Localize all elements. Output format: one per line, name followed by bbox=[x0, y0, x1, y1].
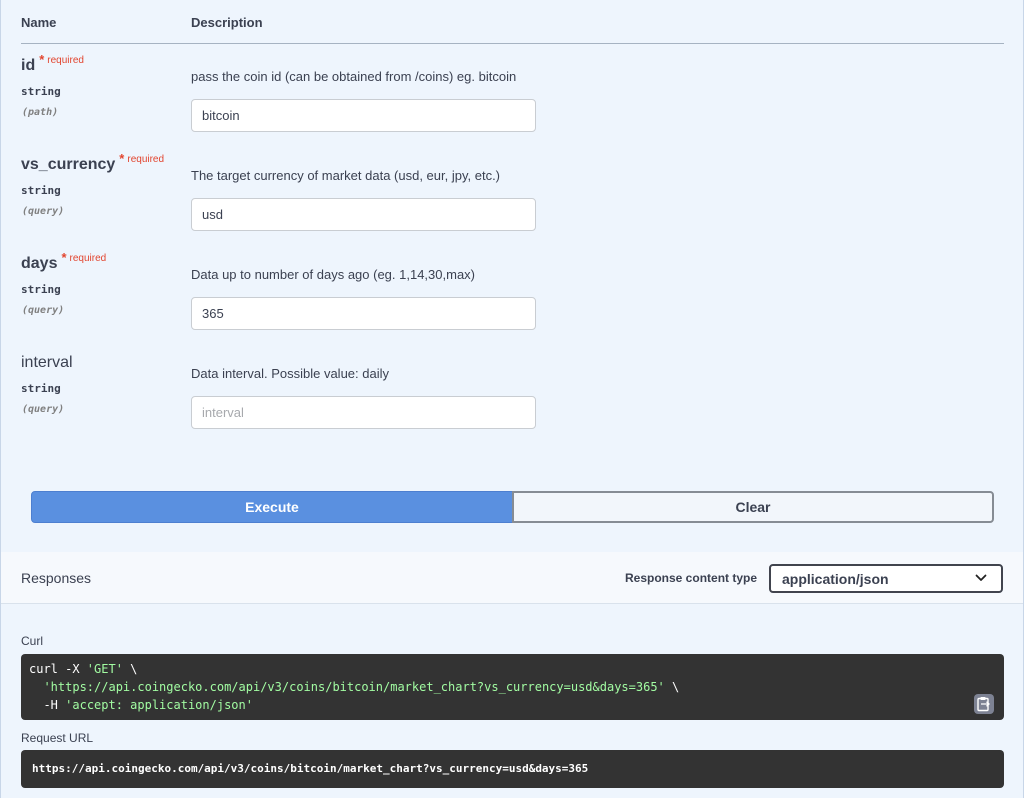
request-url-label: Request URL bbox=[21, 731, 94, 745]
curl-header-value: 'accept: application/json' bbox=[65, 698, 253, 712]
parameter-description: Data interval. Possible value: daily bbox=[191, 366, 389, 381]
parameter-type: string bbox=[21, 382, 61, 395]
responses-title: Responses bbox=[21, 570, 92, 586]
parameter-name-text: id bbox=[21, 57, 36, 74]
parameter-location: (path) bbox=[22, 107, 59, 118]
required-label: required bbox=[47, 55, 84, 66]
request-url-block[interactable]: https://api.coingecko.com/api/v3/coins/b… bbox=[21, 750, 1004, 788]
required-star: * bbox=[39, 52, 45, 67]
parameter-name-text: vs_currency bbox=[21, 156, 116, 173]
parameter-name: id * required bbox=[21, 52, 84, 75]
response-content-type-select[interactable]: application/json bbox=[769, 564, 1003, 593]
required-star: * bbox=[119, 151, 125, 166]
parameter-type: string bbox=[21, 184, 61, 197]
response-content-type-value: application/json bbox=[782, 571, 889, 587]
parameter-name: interval bbox=[21, 354, 73, 372]
parameter-location: (query) bbox=[22, 206, 65, 217]
curl-line-3: -H 'accept: application/json' bbox=[29, 698, 253, 712]
swagger-operation-panel: Name Description id * required string (pat… bbox=[0, 0, 1024, 798]
curl-command: curl -X bbox=[29, 662, 87, 676]
curl-line-1: curl -X 'GET' \ bbox=[29, 662, 137, 676]
execute-button[interactable]: Execute bbox=[31, 491, 513, 523]
parameter-name-text: interval bbox=[21, 354, 73, 371]
copy-to-clipboard-button[interactable] bbox=[974, 694, 994, 714]
name-column-header: Name bbox=[21, 15, 57, 30]
vs-currency-input[interactable] bbox=[191, 198, 536, 231]
header-divider bbox=[21, 43, 1004, 44]
required-label: required bbox=[69, 253, 107, 264]
parameters-section: Name Description id * required string (pat… bbox=[1, 0, 1023, 552]
required-star: * bbox=[61, 250, 67, 265]
copy-to-clipboard-icon bbox=[977, 697, 990, 712]
parameter-description: The target currency of market data (usd,… bbox=[191, 168, 501, 183]
curl-url: 'https://api.coingecko.com/api/v3/coins/… bbox=[43, 680, 665, 694]
parameter-description: Data up to number of days ago (eg. 1,14,… bbox=[191, 267, 476, 282]
parameter-location: (query) bbox=[22, 305, 65, 316]
parameter-row-vs-currency: vs_currency * required string (query) The … bbox=[1, 151, 1023, 255]
parameter-row-interval: interval string (query) Data interval. P… bbox=[1, 354, 1023, 453]
line-continuation: \ bbox=[122, 662, 138, 676]
required-label: required bbox=[127, 154, 165, 165]
chevron-down-icon bbox=[975, 574, 987, 581]
line-continuation: \ bbox=[664, 680, 680, 694]
parameter-description: pass the coin id (can be obtained from /… bbox=[191, 69, 517, 84]
curl-label: Curl bbox=[21, 634, 44, 648]
description-column-header: Description bbox=[191, 15, 263, 30]
interval-input[interactable] bbox=[191, 396, 536, 429]
parameter-location: (query) bbox=[22, 404, 65, 415]
parameter-row-id: id * required string (path) pass the coin … bbox=[1, 52, 1023, 156]
id-input[interactable] bbox=[191, 99, 536, 132]
parameter-row-days: days * required string (query) Data up to … bbox=[1, 250, 1023, 354]
parameter-name-text: days bbox=[21, 255, 58, 272]
curl-line-2: 'https://api.coingecko.com/api/v3/coins/… bbox=[29, 680, 679, 694]
parameter-name: vs_currency * required bbox=[21, 151, 165, 174]
parameter-type: string bbox=[21, 283, 61, 296]
curl-method: 'GET' bbox=[86, 662, 123, 676]
responses-header: Responses Response content type applicat… bbox=[1, 552, 1023, 604]
days-input[interactable] bbox=[191, 297, 536, 330]
parameter-type: string bbox=[21, 85, 61, 98]
clear-button[interactable]: Clear bbox=[512, 491, 994, 523]
curl-command-block[interactable]: curl -X 'GET' \ 'https://api.coingecko.c… bbox=[21, 654, 1004, 720]
curl-header-flag: -H bbox=[43, 698, 66, 712]
response-content-type-label: Response content type bbox=[625, 571, 758, 585]
parameter-name: days * required bbox=[21, 250, 107, 273]
